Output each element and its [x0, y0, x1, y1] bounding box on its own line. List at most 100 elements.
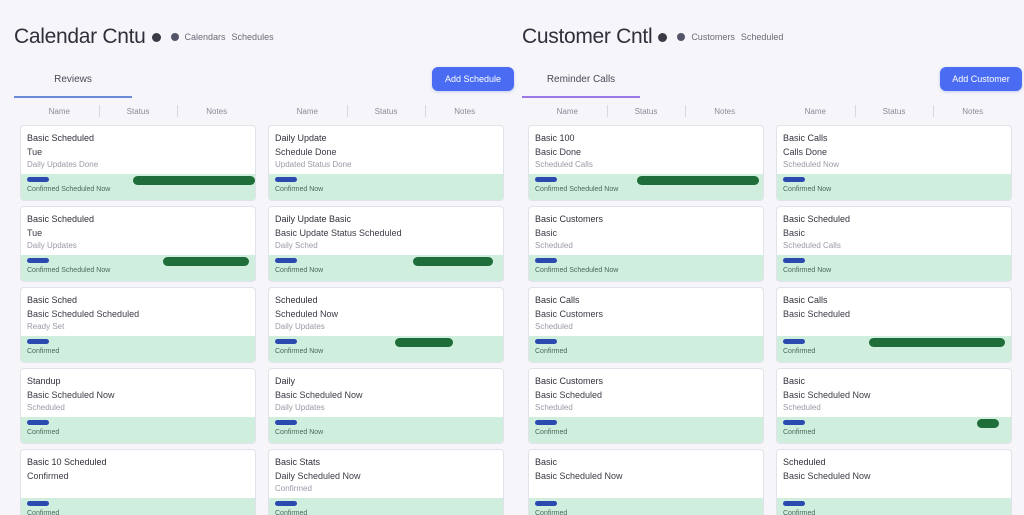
- panel-header: Calendar Cntu Calendars Schedules: [14, 22, 274, 52]
- add-schedule-button[interactable]: Add Schedule: [432, 67, 514, 91]
- schedule-card[interactable]: Basic Stats Daily Scheduled Now Confirmed C…: [268, 449, 504, 515]
- schedule-card[interactable]: Basic Scheduled Tue Daily Updates Confirmed…: [20, 206, 256, 282]
- column-header-label[interactable]: Status: [346, 104, 426, 117]
- card-meta: Confirmed Scheduled Now: [27, 267, 111, 274]
- card-meta: Confirmed Now: [275, 186, 324, 193]
- status-strip: Confirmed Now: [269, 255, 503, 281]
- tab-bar: Reviews Add Schedule: [14, 64, 514, 98]
- card-meta: Confirmed Scheduled Now: [535, 186, 619, 193]
- card-subtitle: Basic Scheduled Now: [783, 471, 871, 481]
- meta-link-1[interactable]: Calendars: [185, 32, 226, 42]
- schedule-card[interactable]: Daily Basic Scheduled Now Daily Updates Con…: [268, 368, 504, 444]
- schedule-card[interactable]: Basic Sched Basic Scheduled Scheduled Read…: [20, 287, 256, 363]
- card-meta: Confirmed Scheduled Now: [535, 267, 619, 274]
- schedule-card[interactable]: Basic 10 Scheduled Confirmed Confirmed: [20, 449, 256, 515]
- card-subtitle: Basic Scheduled Now: [275, 390, 363, 400]
- column-header-label[interactable]: Notes: [933, 104, 1012, 117]
- schedule-card[interactable]: Basic Basic Scheduled Now Scheduled Confirm…: [776, 368, 1012, 444]
- start-marker: [535, 339, 557, 344]
- start-marker: [535, 258, 557, 263]
- start-marker: [275, 420, 297, 425]
- progress-bar: [413, 257, 493, 266]
- start-marker: [27, 339, 49, 344]
- customer-panel: Customer Cntl Customers Scheduled Remind…: [522, 0, 1022, 515]
- column-header-label[interactable]: Notes: [177, 104, 256, 117]
- card-note: Ready Set: [27, 322, 65, 331]
- status-dot-icon: [151, 32, 161, 42]
- schedule-card[interactable]: Basic 100 Basic Done Scheduled Calls Confir…: [528, 125, 764, 201]
- column-header-label[interactable]: Name: [528, 107, 607, 116]
- gear-icon[interactable]: [677, 33, 686, 41]
- tab-reminder-calls[interactable]: Reminder Calls: [522, 70, 640, 98]
- schedule-card[interactable]: Basic Scheduled Basic Scheduled Calls Confi…: [776, 206, 1012, 282]
- card-meta: Confirmed: [27, 348, 60, 355]
- start-marker: [275, 177, 297, 182]
- card-title: Basic Sched: [27, 295, 78, 305]
- column-header-label[interactable]: Status: [606, 104, 686, 117]
- start-marker: [275, 501, 297, 506]
- progress-bar: [133, 176, 255, 185]
- column-header-label[interactable]: Notes: [425, 104, 504, 117]
- schedule-card[interactable]: Daily Update Basic Basic Update Status Sc…: [268, 206, 504, 282]
- progress-bar: [977, 419, 999, 428]
- column-header-label[interactable]: Status: [98, 104, 178, 117]
- card-subtitle: Calls Done: [783, 147, 828, 157]
- card-subtitle: Basic Scheduled: [783, 309, 851, 319]
- card-subtitle: Basic Scheduled Now: [535, 471, 623, 481]
- tab-reviews[interactable]: Reviews: [14, 70, 132, 98]
- start-marker: [783, 177, 805, 182]
- schedule-card[interactable]: Basic Customers Basic Scheduled Confirmed S…: [528, 206, 764, 282]
- card-subtitle: Basic Scheduled Now: [783, 390, 871, 400]
- start-marker: [783, 339, 805, 344]
- schedule-card[interactable]: Basic Calls Basic Scheduled Confirmed: [776, 287, 1012, 363]
- schedule-card[interactable]: Basic Calls Basic Customers Scheduled Confi…: [528, 287, 764, 363]
- status-strip: Confirmed Now: [269, 174, 503, 200]
- column-header-label[interactable]: Name: [776, 107, 855, 116]
- card-title: Basic Customers: [535, 376, 604, 386]
- card-note: Daily Updates: [275, 322, 325, 331]
- card-note: Daily Updates Done: [27, 160, 99, 169]
- card-meta: Confirmed Now: [783, 186, 832, 193]
- start-marker: [27, 177, 49, 182]
- schedule-card[interactable]: Basic Basic Scheduled Now Confirmed: [528, 449, 764, 515]
- card-subtitle: Basic: [783, 228, 806, 238]
- schedule-card[interactable]: Basic Customers Basic Scheduled Scheduled C…: [528, 368, 764, 444]
- meta-link-2[interactable]: Scheduled: [741, 32, 784, 42]
- status-strip: Confirmed Scheduled Now: [21, 174, 255, 200]
- card-note: Daily Updates: [27, 241, 77, 250]
- card-meta: Confirmed Now: [275, 267, 324, 274]
- card-meta: Confirmed Now: [783, 267, 832, 274]
- column-header-label[interactable]: Name: [20, 107, 99, 116]
- status-strip: Confirmed Scheduled Now: [529, 255, 763, 281]
- add-customer-button[interactable]: Add Customer: [940, 67, 1022, 91]
- status-strip: Confirmed Scheduled Now: [21, 255, 255, 281]
- start-marker: [783, 501, 805, 506]
- schedule-card[interactable]: Basic Scheduled Tue Daily Updates Done Conf…: [20, 125, 256, 201]
- schedule-card[interactable]: Scheduled Basic Scheduled Now Confirmed: [776, 449, 1012, 515]
- calendar-panel: Calendar Cntu Calendars Schedules Review…: [14, 0, 514, 515]
- status-strip: Confirmed: [777, 417, 1011, 443]
- column-header-label[interactable]: Notes: [685, 104, 764, 117]
- card-subtitle: Basic: [535, 228, 558, 238]
- schedule-card[interactable]: Scheduled Scheduled Now Daily Updates Confi…: [268, 287, 504, 363]
- status-strip: Confirmed: [21, 336, 255, 362]
- page-title: Customer Cntl: [522, 25, 653, 48]
- card-subtitle: Scheduled Now: [275, 309, 339, 319]
- meta-link-1[interactable]: Customers: [691, 32, 735, 42]
- status-strip: Confirmed: [269, 498, 503, 515]
- schedule-card[interactable]: Standup Basic Scheduled Now Scheduled Confi…: [20, 368, 256, 444]
- card-subtitle: Basic Scheduled Now: [27, 390, 115, 400]
- start-marker: [27, 420, 49, 425]
- gear-icon[interactable]: [170, 33, 179, 41]
- schedule-card[interactable]: Daily Update Schedule Done Updated Status …: [268, 125, 504, 201]
- card-meta: Confirmed Scheduled Now: [27, 186, 111, 193]
- card-meta: Confirmed: [27, 429, 60, 436]
- column-header-label[interactable]: Name: [268, 107, 347, 116]
- column-header: Name Status Notes: [528, 100, 764, 122]
- column-header-label[interactable]: Status: [854, 104, 934, 117]
- meta-link-2[interactable]: Schedules: [232, 32, 274, 42]
- card-title: Scheduled: [783, 457, 826, 467]
- schedule-card[interactable]: Basic Calls Calls Done Scheduled Now Confir…: [776, 125, 1012, 201]
- card-note: Confirmed: [275, 484, 312, 493]
- status-strip: Confirmed Now: [269, 417, 503, 443]
